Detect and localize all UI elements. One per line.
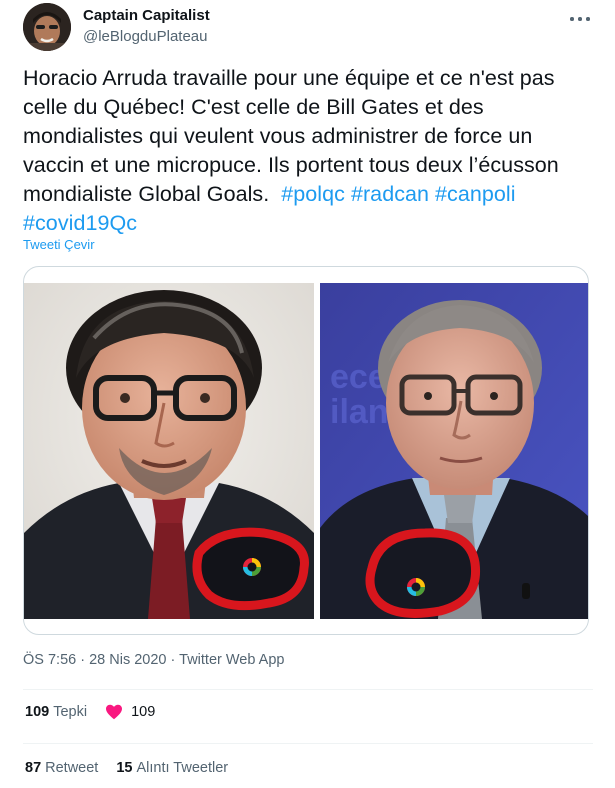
photo-right[interactable]: ecend ilanth: [320, 283, 588, 619]
tweet-header: Captain Capitalist @leBlogduPlateau: [23, 3, 593, 51]
retweets-row: 87 Retweet 15 Alıntı Tweetler: [25, 760, 228, 776]
reactions-label: Tepki: [53, 704, 88, 720]
hashtag-link[interactable]: #radcan: [351, 182, 429, 206]
photo-left[interactable]: [24, 283, 314, 619]
hashtag-link[interactable]: #canpoli: [435, 182, 516, 206]
divider: [23, 743, 593, 744]
retweets-stat[interactable]: 87 Retweet: [25, 760, 98, 776]
tweet-meta: ÖS 7:56 · 28 Nis 2020 · Twitter Web App: [23, 652, 284, 668]
quotes-label: Alıntı Tweetler: [136, 760, 229, 776]
author-name[interactable]: Captain Capitalist: [83, 7, 210, 24]
tweet-source[interactable]: Twitter Web App: [179, 652, 284, 668]
avatar[interactable]: [23, 3, 71, 51]
tweet-media: ecend ilanth: [23, 266, 589, 635]
hashtag-link[interactable]: #covid19Qc: [23, 211, 137, 235]
meta-separator: ·: [170, 652, 176, 668]
reactions-count: 109: [25, 704, 50, 720]
likes-count: 109: [131, 704, 156, 720]
quotes-count: 15: [116, 760, 133, 776]
heart-icon[interactable]: [105, 704, 123, 720]
tweet-text: Horacio Arruda travaille pour une équipe…: [23, 64, 593, 238]
tweet-time[interactable]: ÖS 7:56: [23, 652, 76, 668]
more-options-icon[interactable]: [567, 9, 593, 29]
quote-tweets-stat[interactable]: 15 Alıntı Tweetler: [116, 760, 228, 776]
reactions-stat[interactable]: 109 Tepki: [25, 704, 87, 720]
translate-tweet-link[interactable]: Tweeti Çevir: [23, 237, 95, 252]
hashtag-link[interactable]: #polqc: [281, 182, 345, 206]
author-handle[interactable]: @leBlogduPlateau: [83, 28, 207, 45]
tweet-date[interactable]: 28 Nis 2020: [89, 652, 166, 668]
reactions-row: 109 Tepki 109: [25, 704, 155, 720]
retweets-count: 87: [25, 760, 42, 776]
meta-separator: ·: [80, 652, 86, 668]
retweets-label: Retweet: [45, 760, 99, 776]
divider: [23, 689, 593, 690]
